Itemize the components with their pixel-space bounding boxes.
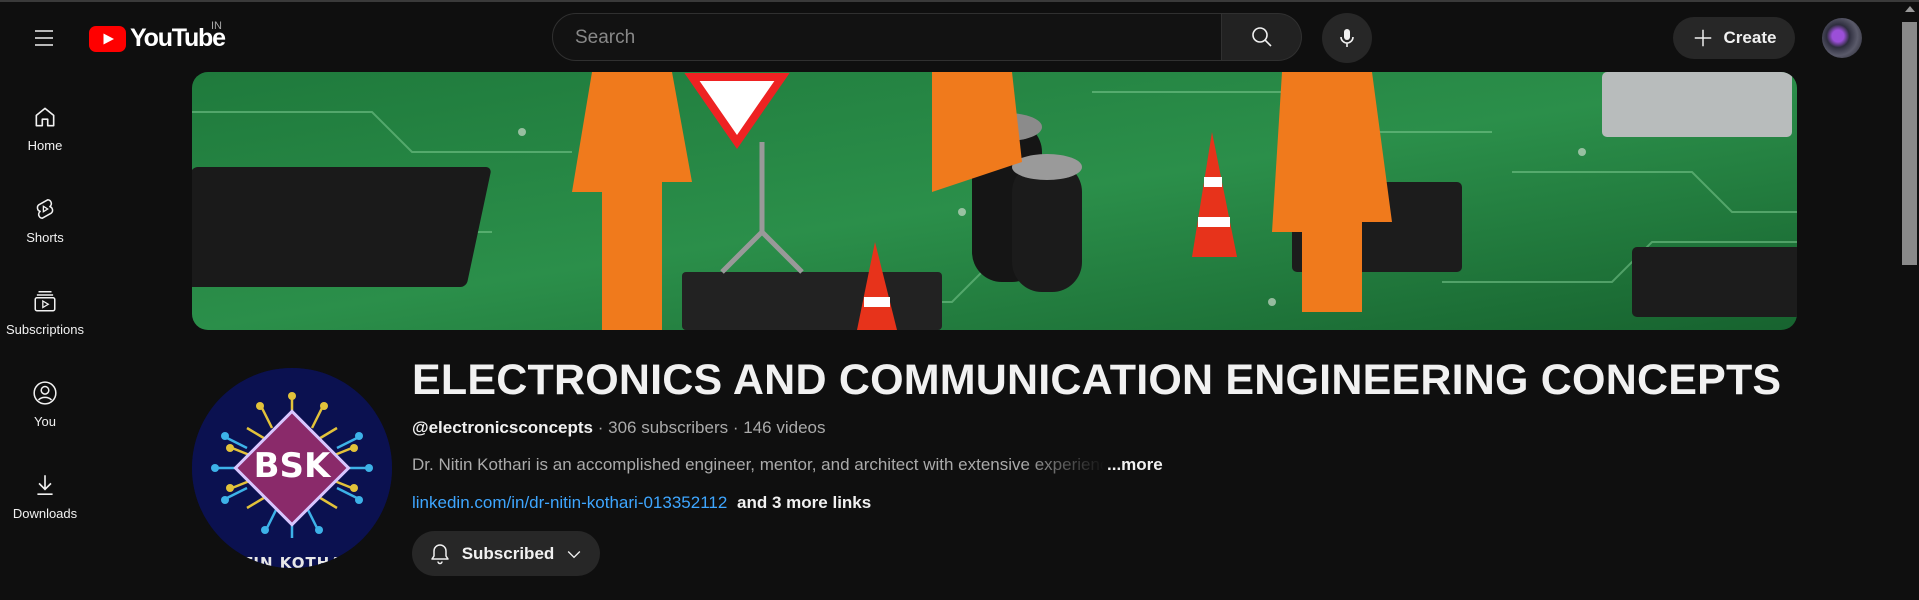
sidebar-item-label: Home (27, 138, 63, 153)
search-button[interactable] (1222, 13, 1302, 61)
channel-avatar-initials: BSK (253, 446, 331, 486)
masthead: YouTube IN Create (0, 2, 1900, 72)
banner-image (192, 72, 1797, 330)
create-button[interactable]: Create (1673, 17, 1795, 59)
channel-handle: @electronicsconcepts (412, 418, 593, 437)
subscriber-count: 306 subscribers (608, 418, 729, 437)
voice-search-button[interactable] (1322, 13, 1372, 63)
sidebar-item-home[interactable]: Home (4, 88, 86, 162)
sidebar-item-label: You (34, 414, 56, 429)
meta-separator: · (732, 418, 744, 437)
sidebar-item-label: Subscriptions (5, 322, 85, 337)
create-label: Create (1723, 28, 1777, 47)
shorts-icon (36, 199, 54, 219)
country-code: IN (211, 20, 222, 32)
sidebar-item-label: Shorts (26, 230, 64, 245)
sidebar-item-shorts[interactable]: Shorts (4, 180, 86, 254)
youtube-play-icon (89, 25, 126, 52)
channel-description-text: Dr. Nitin Kothari is an accomplished eng… (412, 455, 1105, 474)
channel-meta: @electronicsconcepts · 306 subscribers ·… (412, 418, 825, 438)
sidebar-item-label: Downloads (12, 506, 78, 521)
channel-avatar-caption: NITIN KOTHARI (222, 554, 362, 568)
channel-banner (192, 72, 1797, 330)
more-links-button[interactable]: and 3 more links (737, 493, 871, 512)
channel-title: ELECTRONICS AND COMMUNICATION ENGINEERIN… (412, 356, 1782, 404)
chevron-down-icon (567, 550, 581, 558)
you-icon (33, 381, 57, 405)
sidebar-item-you[interactable]: You (4, 364, 86, 438)
description-more-button[interactable]: ...more (1107, 455, 1163, 475)
video-count: 146 videos (743, 418, 826, 437)
account-avatar-button[interactable] (1822, 18, 1862, 58)
sidebar-item-downloads[interactable]: Downloads (4, 456, 86, 530)
search-box (552, 13, 1222, 62)
channel-description[interactable]: Dr. Nitin Kothari is an accomplished eng… (412, 455, 1112, 475)
plus-icon (1694, 29, 1711, 47)
subscriptions-icon (34, 291, 56, 312)
bell-icon (430, 543, 449, 564)
subscribed-button[interactable]: Subscribed (412, 531, 600, 576)
downloads-icon (37, 475, 53, 496)
home-icon (35, 107, 55, 127)
sidebar-item-subscriptions[interactable]: Subscriptions (4, 272, 86, 346)
scrollbar-thumb[interactable] (1902, 22, 1917, 265)
guide-menu-button[interactable] (24, 18, 64, 58)
meta-separator: · (597, 418, 609, 437)
channel-links: linkedin.com/in/dr-nitin-kothari-0133521… (412, 493, 871, 513)
microphone-icon (1340, 29, 1354, 47)
youtube-logo[interactable]: YouTube (89, 24, 226, 53)
hamburger-menu-icon (35, 30, 53, 46)
search-input[interactable] (573, 14, 1197, 62)
channel-avatar[interactable]: BSK NITIN KOTHARI (192, 368, 392, 568)
linkedin-link[interactable]: linkedin.com/in/dr-nitin-kothari-0133521… (412, 493, 727, 512)
search-icon (1251, 27, 1272, 47)
scroll-up-arrow-icon[interactable] (1905, 6, 1915, 12)
subscribed-label: Subscribed (461, 543, 555, 563)
